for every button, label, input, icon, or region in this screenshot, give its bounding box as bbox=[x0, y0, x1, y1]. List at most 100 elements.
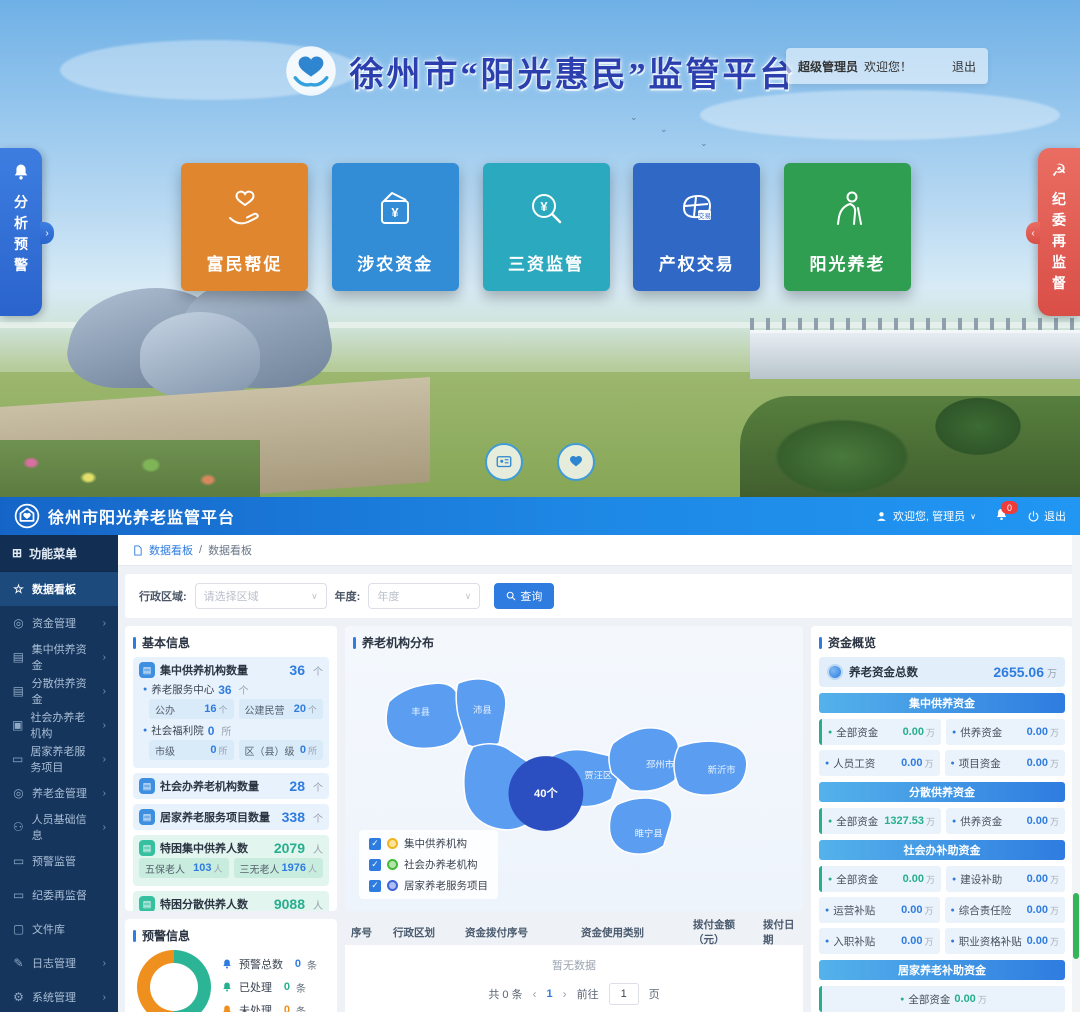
district-label: 新沂市 bbox=[708, 764, 736, 775]
goto-page-input[interactable] bbox=[609, 983, 639, 1005]
year-select[interactable]: 年度 ∨ bbox=[368, 583, 480, 609]
sidebar-item-data-board[interactable]: ☆ 数据看板 bbox=[0, 572, 118, 606]
party-emblem-icon: ☭ bbox=[1051, 162, 1066, 179]
hero-user-box: 超级管理员 欢迎您！ 退出 bbox=[786, 48, 988, 84]
fund-cell: ● 供养资金 0.00 万 bbox=[946, 719, 1065, 745]
screen-icon: ▭ bbox=[12, 888, 25, 902]
prev-page-button[interactable]: ‹ bbox=[533, 987, 537, 1001]
breadcrumb-root[interactable]: 数据看板 bbox=[149, 542, 193, 558]
trade-tag-text: 交易 bbox=[698, 211, 711, 220]
bubble-count-label: 40个 bbox=[534, 786, 558, 800]
tile-label: 三资监管 bbox=[508, 250, 584, 275]
region-select[interactable]: 请选择区域 ∨ bbox=[195, 583, 327, 609]
legend-centralized-orgs[interactable]: ✓ 集中供养机构 bbox=[369, 836, 488, 851]
chevron-left-icon[interactable]: ‹ bbox=[1026, 222, 1040, 244]
legend-social-orgs[interactable]: ✓ 社会办养老机构 bbox=[369, 857, 488, 872]
district-label: 沛县 bbox=[473, 704, 492, 715]
search-yuan-icon: ¥ bbox=[523, 186, 569, 232]
fund-cell: ● 全部资金 0.00 万 bbox=[819, 719, 941, 745]
stat-card-centralized-people: ▤ 特困集中供养人数 2079 人 五保老人 103 人 bbox=[133, 835, 329, 886]
sidebar-item-warning-supervision[interactable]: ▭ 预警监管 bbox=[0, 844, 118, 878]
dashboard-logo-icon bbox=[14, 503, 40, 529]
id-card-icon[interactable] bbox=[485, 443, 523, 481]
alert-processed-row: 已处理 0 条 bbox=[221, 979, 317, 995]
doc-badge-icon: ▤ bbox=[139, 662, 155, 678]
hero-title: 徐州市“阳光惠民”监管平台 bbox=[350, 47, 797, 96]
doc-badge-icon: ▤ bbox=[139, 896, 155, 911]
col-header-amount: 拨付金额（元） bbox=[687, 919, 757, 947]
sidebar-item-log-mgmt[interactable]: ✎ 日志管理 › bbox=[0, 946, 118, 980]
svg-text:¥: ¥ bbox=[392, 205, 400, 220]
next-page-button[interactable]: › bbox=[563, 987, 567, 1001]
col-header-category: 资金使用类别 bbox=[575, 925, 687, 940]
sidebar-item-personnel-info[interactable]: ⚇ 人员基础信息 › bbox=[0, 810, 118, 844]
sidebar-item-discipline-supervision[interactable]: ▭ 纪委再监督 bbox=[0, 878, 118, 912]
tile-fumin-bangcu[interactable]: 富民帮促 bbox=[181, 163, 308, 291]
sidebar-item-label: 日志管理 bbox=[32, 955, 76, 971]
legend-home-projects[interactable]: ✓ 居家养老服务项目 bbox=[369, 878, 488, 893]
logout-button[interactable]: 退出 bbox=[1027, 508, 1066, 524]
sidebar-item-system-mgmt[interactable]: ⚙ 系统管理 › bbox=[0, 980, 118, 1012]
heart-hands-icon[interactable] bbox=[557, 443, 595, 481]
sidebar-item-file-library[interactable]: ▢ 文件库 bbox=[0, 912, 118, 946]
bullet-dot: ● bbox=[900, 996, 904, 1003]
sidebar-item-label: 分散供养资金 bbox=[32, 675, 96, 707]
fund-cell: ● 项目资金 0.00 万 bbox=[945, 750, 1066, 776]
bullet-dot: ● bbox=[825, 907, 829, 914]
col-header-region: 行政区划 bbox=[387, 925, 459, 940]
discipline-supervision-tab[interactable]: ☭ 纪委再监督 ‹ bbox=[1038, 148, 1080, 316]
funds-total-row: 养老资金总数 2655.06 万 bbox=[819, 657, 1065, 687]
page-number-button[interactable]: 1 bbox=[547, 988, 553, 1000]
sidebar-item-decentralized-fund[interactable]: ▤ 分散供养资金 › bbox=[0, 674, 118, 708]
checkbox-checked-icon[interactable]: ✓ bbox=[369, 859, 381, 871]
bridge bbox=[750, 330, 1080, 379]
folder-icon: ▤ bbox=[12, 684, 25, 698]
tile-label: 产权交易 bbox=[659, 250, 735, 275]
chevron-right-icon[interactable]: › bbox=[40, 222, 54, 244]
tile-chanquan-jiaoyi[interactable]: 交易 产权交易 bbox=[633, 163, 760, 291]
welcome-text: 欢迎您！ bbox=[864, 58, 912, 75]
building-icon: ▣ bbox=[12, 718, 23, 732]
bullet-dot: ● bbox=[828, 876, 832, 883]
sidebar-item-label: 社会办养老机构 bbox=[30, 709, 95, 741]
alert-unprocessed-row: 未处理 0 条 bbox=[221, 1002, 317, 1012]
funds-panel-title: 资金概览 bbox=[819, 634, 1065, 651]
search-button[interactable]: 查询 bbox=[494, 583, 554, 609]
sub-stat-label: 社会福利院 bbox=[151, 723, 204, 738]
basic-info-title: 基本信息 bbox=[133, 634, 329, 651]
sidebar-item-centralized-fund[interactable]: ▤ 集中供养资金 › bbox=[0, 640, 118, 674]
user-menu[interactable]: 欢迎您, 管理员 ∨ bbox=[875, 508, 976, 524]
tile-sanzi-jianguan[interactable]: ¥ 三资监管 bbox=[483, 163, 610, 291]
col-header-serial: 资金拨付序号 bbox=[459, 925, 575, 940]
screen-icon: ▭ bbox=[12, 854, 25, 868]
sidebar-item-pension-mgmt[interactable]: ◎ 养老金管理 › bbox=[0, 776, 118, 810]
tile-shenong-zijin[interactable]: ¥ 涉农资金 bbox=[332, 163, 459, 291]
stat-card-social-orgs: ▤ 社会办养老机构数量 28 个 bbox=[133, 773, 329, 799]
sidebar-item-fund-mgmt[interactable]: ◎ 资金管理 › bbox=[0, 606, 118, 640]
checkbox-checked-icon[interactable]: ✓ bbox=[369, 880, 381, 892]
scrollbar-thumb[interactable] bbox=[1073, 893, 1079, 959]
sub-stat-unit: 个 bbox=[239, 682, 249, 697]
breadcrumb-separator: / bbox=[199, 544, 202, 556]
district-label: 丰县 bbox=[411, 706, 430, 717]
hero-logout-link[interactable]: 退出 bbox=[952, 58, 976, 75]
bullet-dot: ● bbox=[952, 729, 956, 736]
notifications-button[interactable]: 0 bbox=[994, 507, 1009, 525]
analysis-warning-tab[interactable]: 分析预警 › bbox=[0, 148, 42, 316]
green-marker-icon bbox=[387, 859, 398, 870]
doc-badge-icon: ▤ bbox=[139, 778, 155, 794]
tile-yangguang-yanglao[interactable]: 阳光养老 bbox=[784, 163, 911, 291]
sidebar-item-social-org[interactable]: ▣ 社会办养老机构 › bbox=[0, 708, 118, 742]
sidebar-item-label: 资金管理 bbox=[32, 615, 76, 631]
table-header-row: 序号 行政区划 资金拨付序号 资金使用类别 拨付金额（元） 拨付日期 bbox=[345, 919, 803, 945]
fund-cell: ● 全部资金 1327.53 万 bbox=[819, 808, 941, 834]
wallet-yuan-icon: ¥ bbox=[372, 186, 418, 232]
monitor-icon: ▭ bbox=[12, 752, 23, 766]
chevron-right-icon: › bbox=[103, 992, 106, 1003]
bullet-dot: ● bbox=[951, 907, 955, 914]
map-panel-title: 养老机构分布 bbox=[353, 634, 795, 651]
archive-icon: ▢ bbox=[12, 922, 25, 936]
sidebar-item-home-service[interactable]: ▭ 居家养老服务项目 › bbox=[0, 742, 118, 776]
checkbox-checked-icon[interactable]: ✓ bbox=[369, 838, 381, 850]
sidebar-item-label: 集中供养资金 bbox=[32, 641, 96, 673]
